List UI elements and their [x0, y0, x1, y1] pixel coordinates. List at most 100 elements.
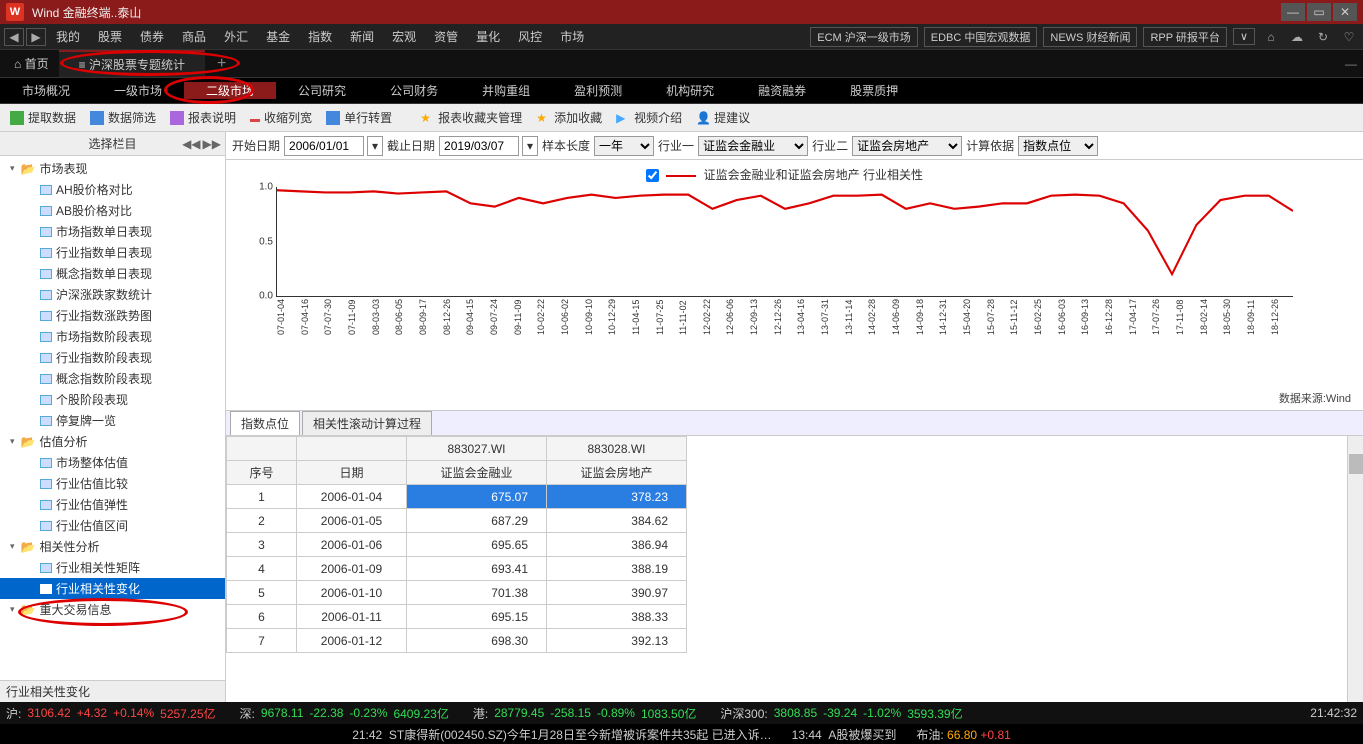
tree-folder-valuation[interactable]: 📂估值分析 — [0, 431, 225, 452]
tree-item[interactable]: 概念指数单日表现 — [0, 263, 225, 284]
quick-news[interactable]: NEWS 财经新闻 — [1043, 27, 1137, 47]
refresh-icon[interactable]: ↻ — [1313, 28, 1333, 46]
table-row[interactable]: 32006-01-06695.65386.94 — [227, 533, 687, 557]
table-tab-process[interactable]: 相关性滚动计算过程 — [302, 411, 432, 435]
tree-item[interactable]: 行业指数单日表现 — [0, 242, 225, 263]
video-button[interactable]: ▶视频介绍 — [610, 107, 688, 128]
table-tab-index[interactable]: 指数点位 — [230, 411, 300, 435]
subnav-primary[interactable]: 一级市场 — [92, 82, 184, 99]
quick-edbc[interactable]: EDBC 中国宏观数据 — [924, 27, 1038, 47]
add-tab-button[interactable]: + — [205, 55, 238, 73]
ind1-select[interactable]: 证监会金融业 — [698, 136, 808, 156]
start-date-picker[interactable]: ▾ — [367, 136, 383, 156]
shrink-button[interactable]: 收缩列宽 — [244, 107, 318, 128]
nav-back-button[interactable]: ◀ — [4, 28, 24, 46]
subnav-secondary[interactable]: 二级市场 — [184, 82, 276, 99]
start-date-input[interactable] — [284, 136, 364, 156]
menu-bond[interactable]: 债券 — [132, 28, 172, 45]
extract-button[interactable]: 提取数据 — [4, 107, 82, 128]
tree-folder-bigtrade[interactable]: 📂重大交易信息 — [0, 599, 225, 620]
menu-commodity[interactable]: 商品 — [174, 28, 214, 45]
maximize-button[interactable]: ▭ — [1307, 3, 1331, 21]
tree-item[interactable]: 个股阶段表现 — [0, 389, 225, 410]
scrollbar-thumb[interactable] — [1349, 454, 1363, 474]
tree-folder-correlation[interactable]: 📂相关性分析 — [0, 536, 225, 557]
table-row[interactable]: 62006-01-11695.15388.33 — [227, 605, 687, 629]
tree-item[interactable]: 行业估值区间 — [0, 515, 225, 536]
menu-fx[interactable]: 外汇 — [216, 28, 256, 45]
close-all-tabs[interactable]: — — [1345, 57, 1357, 71]
report-icon — [40, 521, 52, 531]
sidebar-next[interactable]: ▶▶ — [203, 137, 221, 151]
tree-item[interactable]: AH股价格对比 — [0, 179, 225, 200]
end-date-input[interactable] — [439, 136, 519, 156]
filter-label: 数据筛选 — [108, 109, 156, 126]
tree-item[interactable]: 停复牌一览 — [0, 410, 225, 431]
tree-item-corr-change[interactable]: 行业相关性变化 — [0, 578, 225, 599]
subnav-margin[interactable]: 融资融券 — [736, 82, 828, 99]
basis-select[interactable]: 指数点位 — [1018, 136, 1098, 156]
tree-item[interactable]: 行业指数涨跌势图 — [0, 305, 225, 326]
subnav-inst[interactable]: 机构研究 — [644, 82, 736, 99]
tree-item[interactable]: 行业指数阶段表现 — [0, 347, 225, 368]
cloud-icon[interactable]: ☁ — [1287, 28, 1307, 46]
bell-icon[interactable]: ♡ — [1339, 28, 1359, 46]
ind2-select[interactable]: 证监会房地产 — [852, 136, 962, 156]
favmgr-button[interactable]: ★报表收藏夹管理 — [414, 107, 528, 128]
nav-fwd-button[interactable]: ▶ — [26, 28, 46, 46]
table-row[interactable]: 42006-01-09693.41388.19 — [227, 557, 687, 581]
sidebar-tree[interactable]: 📂市场表现 AH股价格对比 AB股价格对比 市场指数单日表现 行业指数单日表现 … — [0, 156, 225, 680]
active-tab[interactable]: ≡ 沪深股票专题统计 — [59, 50, 205, 77]
subnav-forecast[interactable]: 盈利预测 — [552, 82, 644, 99]
tree-folder-market[interactable]: 📂市场表现 — [0, 158, 225, 179]
ticker-shen-chg: -22.38 — [309, 706, 343, 720]
sample-select[interactable]: 一年 — [594, 136, 654, 156]
filter-button[interactable]: 数据筛选 — [84, 107, 162, 128]
transpose-button[interactable]: 单行转置 — [320, 107, 398, 128]
table-scrollbar[interactable] — [1347, 436, 1363, 702]
subnav-pledge[interactable]: 股票质押 — [828, 82, 920, 99]
minimize-button[interactable]: — — [1281, 3, 1305, 21]
subnav-finance[interactable]: 公司财务 — [368, 82, 460, 99]
tree-item[interactable]: 沪深涨跌家数统计 — [0, 284, 225, 305]
tree-item[interactable]: 行业估值弹性 — [0, 494, 225, 515]
menu-asset[interactable]: 资管 — [426, 28, 466, 45]
end-date-picker[interactable]: ▾ — [522, 136, 538, 156]
tree-item[interactable]: 行业估值比较 — [0, 473, 225, 494]
menu-my[interactable]: 我的 — [48, 28, 88, 45]
table-row[interactable]: 22006-01-05687.29384.62 — [227, 509, 687, 533]
quick-ecm[interactable]: ECM 沪深一级市场 — [810, 27, 918, 47]
menu-macro[interactable]: 宏观 — [384, 28, 424, 45]
tree-item[interactable]: AB股价格对比 — [0, 200, 225, 221]
menu-news[interactable]: 新闻 — [342, 28, 382, 45]
sidebar-prev[interactable]: ◀◀ — [182, 137, 200, 151]
reportdesc-button[interactable]: 报表说明 — [164, 107, 242, 128]
home-tab[interactable]: ⌂ 首页 — [4, 55, 59, 72]
menu-quant[interactable]: 量化 — [468, 28, 508, 45]
tree-item[interactable]: 概念指数阶段表现 — [0, 368, 225, 389]
addfav-button[interactable]: ★添加收藏 — [530, 107, 608, 128]
xtick: 10-09-10 — [584, 299, 608, 335]
table-row[interactable]: 12006-01-04675.07378.23 — [227, 485, 687, 509]
subnav-research[interactable]: 公司研究 — [276, 82, 368, 99]
tree-item[interactable]: 市场指数阶段表现 — [0, 326, 225, 347]
menu-stock[interactable]: 股票 — [90, 28, 130, 45]
subnav-ma[interactable]: 并购重组 — [460, 82, 552, 99]
reportdesc-label: 报表说明 — [188, 109, 236, 126]
quick-rpp[interactable]: RPP 研报平台 — [1143, 27, 1226, 47]
home-icon[interactable]: ⌂ — [1261, 28, 1281, 46]
menu-risk[interactable]: 风控 — [510, 28, 550, 45]
menu-index[interactable]: 指数 — [300, 28, 340, 45]
menu-market[interactable]: 市场 — [552, 28, 592, 45]
legend-checkbox[interactable] — [646, 169, 659, 182]
menu-fund[interactable]: 基金 — [258, 28, 298, 45]
close-button[interactable]: ✕ — [1333, 3, 1357, 21]
quick-dropdown[interactable]: ∨ — [1233, 28, 1255, 45]
suggest-button[interactable]: 👤提建议 — [690, 107, 756, 128]
tree-item[interactable]: 市场整体估值 — [0, 452, 225, 473]
tree-item[interactable]: 市场指数单日表现 — [0, 221, 225, 242]
table-row[interactable]: 72006-01-12698.30392.13 — [227, 629, 687, 653]
tree-item-corr-matrix[interactable]: 行业相关性矩阵 — [0, 557, 225, 578]
table-row[interactable]: 52006-01-10701.38390.97 — [227, 581, 687, 605]
subnav-overview[interactable]: 市场概况 — [0, 82, 92, 99]
